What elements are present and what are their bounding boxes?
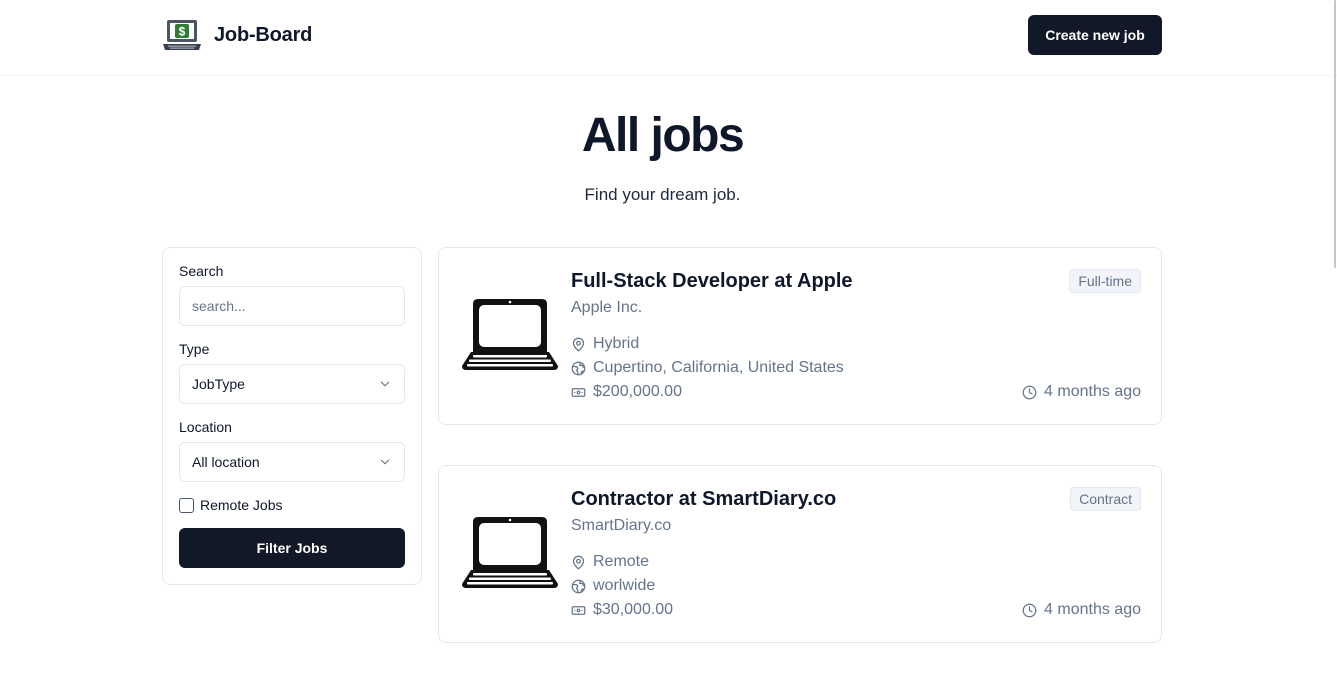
create-job-button[interactable]: Create new job (1028, 15, 1162, 55)
job-location-text: Cupertino, California, United States (593, 359, 844, 376)
job-posted-time: 4 months ago (1022, 383, 1141, 401)
job-posted-text: 4 months ago (1044, 383, 1141, 400)
job-location-type: Remote (571, 553, 649, 571)
brand-name: Job-Board (214, 23, 313, 46)
job-posted-time: 4 months ago (1022, 601, 1141, 619)
job-posted-text: 4 months ago (1044, 601, 1141, 618)
globe-icon (571, 361, 586, 375)
job-salary: $30,000.00 (571, 601, 673, 619)
job-card[interactable]: Full-Stack Developer at Apple Apple Inc.… (438, 247, 1162, 425)
laptop-icon (462, 299, 558, 370)
job-location-type-text: Remote (593, 553, 650, 570)
clock-icon (1022, 385, 1037, 399)
job-title: Contractor at SmartDiary.co (571, 488, 837, 510)
type-label: Type (179, 341, 210, 357)
laptop-icon (462, 517, 558, 588)
job-location: Cupertino, California, United States (571, 359, 844, 377)
remote-jobs-checkbox[interactable] (179, 497, 194, 513)
job-type-badge: Contract (1070, 487, 1141, 511)
page-title: All jobs (581, 109, 745, 162)
laptop-dollar-icon: $ (163, 20, 201, 50)
remote-jobs-label: Remote Jobs (200, 497, 283, 513)
job-salary-text: $200,000.00 (593, 383, 682, 400)
svg-text:$: $ (179, 25, 186, 39)
remote-jobs-toggle[interactable]: Remote Jobs (179, 497, 282, 513)
location-selected-value: All location (192, 454, 260, 470)
chevron-down-icon (380, 381, 390, 387)
job-location-type-text: Hybrid (593, 335, 640, 352)
job-company: Apple Inc. (571, 299, 643, 316)
globe-icon (571, 579, 586, 593)
chevron-down-icon (380, 459, 390, 465)
filter-form: Search Type JobType Location All locatio… (162, 247, 422, 585)
job-type-selected-value: JobType (192, 376, 245, 392)
job-card[interactable]: Contractor at SmartDiary.co SmartDiary.c… (438, 465, 1162, 643)
page-subtitle: Find your dream job. (584, 185, 741, 204)
job-location-text: worlwide (593, 577, 656, 594)
page-scrollbar[interactable] (1333, 0, 1337, 680)
scrollbar-thumb[interactable] (1334, 0, 1336, 268)
job-title: Full-Stack Developer at Apple (571, 270, 853, 292)
filter-jobs-button[interactable]: Filter Jobs (179, 528, 405, 568)
clock-icon (1022, 603, 1037, 617)
search-label: Search (179, 263, 224, 279)
job-location: worlwide (571, 577, 655, 595)
location-label: Location (179, 419, 232, 435)
top-navbar: $ Job-Board Create new job (0, 0, 1337, 76)
banknote-icon (571, 605, 586, 615)
map-pin-icon (572, 337, 585, 351)
location-select[interactable]: All location (179, 442, 405, 482)
brand-link[interactable]: $ Job-Board (162, 18, 312, 52)
job-type-select[interactable]: JobType (179, 364, 405, 404)
map-pin-icon (572, 555, 585, 569)
job-type-badge: Full-time (1069, 269, 1141, 293)
job-salary: $200,000.00 (571, 383, 682, 401)
job-location-type: Hybrid (571, 335, 639, 353)
job-salary-text: $30,000.00 (593, 601, 674, 618)
banknote-icon (571, 387, 586, 397)
search-input[interactable] (179, 286, 405, 326)
job-company: SmartDiary.co (571, 517, 672, 534)
